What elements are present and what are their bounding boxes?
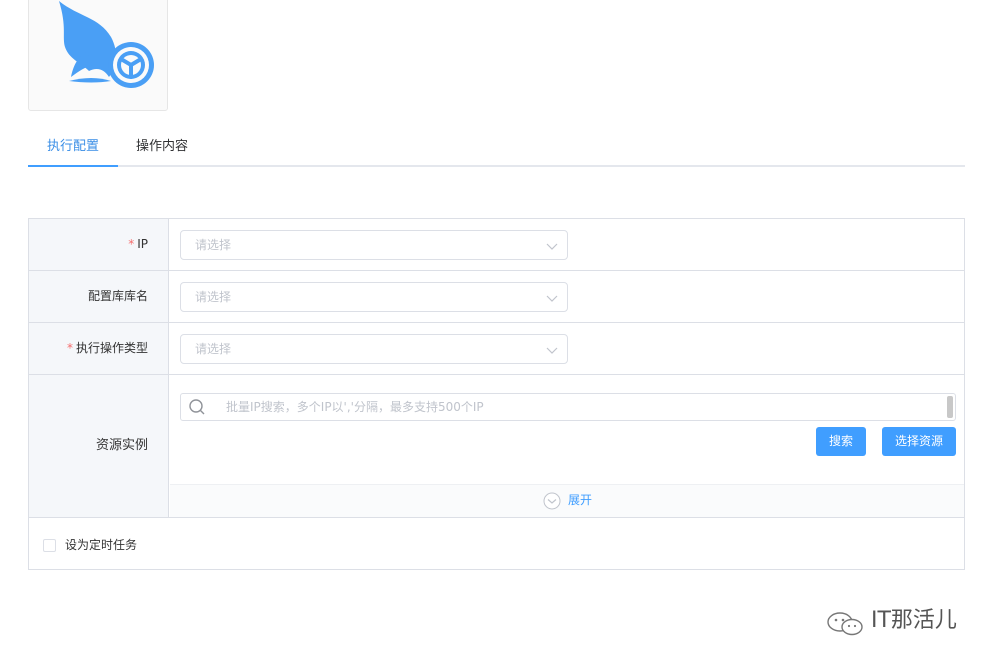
form-row-ip: * IP 请选择 [29, 219, 964, 271]
db-name-select[interactable]: 请选择 [180, 282, 568, 312]
page-title-fragment: - [198, 0, 204, 6]
tab-operation-content[interactable]: 操作内容 [128, 128, 196, 167]
form-row-resource: 资源实例 批量IP搜索，多个IP以','分隔，最多支持500个IP 搜索 选择资… [29, 375, 964, 518]
db-name-select-placeholder: 请选择 [195, 290, 232, 304]
chevron-down-icon [546, 295, 558, 302]
chevron-circle-down-icon [543, 492, 561, 510]
app-logo [28, 0, 168, 111]
op-type-select[interactable]: 请选择 [180, 334, 568, 364]
ip-label: * IP [29, 219, 169, 270]
tab-bar: 执行配置 操作内容 [28, 128, 965, 167]
active-tab-indicator [28, 165, 118, 167]
chevron-down-icon [546, 347, 558, 354]
db-name-label: 配置库库名 [29, 271, 169, 322]
required-mark: * [128, 237, 135, 251]
op-type-label: * 执行操作类型 [29, 323, 169, 374]
expand-toggle[interactable]: 展开 [170, 484, 964, 517]
scheduled-task-label: 设为定时任务 [65, 538, 138, 552]
select-resource-button[interactable]: 选择资源 [882, 427, 956, 456]
required-mark: * [66, 341, 73, 355]
form-row-op-type: * 执行操作类型 请选择 [29, 323, 964, 375]
ip-select-placeholder: 请选择 [195, 238, 232, 252]
resource-label: 资源实例 [29, 375, 169, 517]
wechat-icon [827, 612, 863, 636]
scheduled-task-checkbox[interactable] [43, 539, 56, 552]
dolphin-logo-icon [59, 1, 154, 88]
watermark-text: IT那活儿 [871, 608, 957, 633]
search-scrollbar[interactable] [947, 396, 953, 418]
expand-label: 展开 [568, 493, 593, 507]
search-button[interactable]: 搜索 [816, 427, 866, 456]
ip-select[interactable]: 请选择 [180, 230, 568, 260]
chevron-down-icon [546, 243, 558, 250]
ip-search-input[interactable]: 批量IP搜索，多个IP以','分隔，最多支持500个IP [180, 393, 956, 421]
form-row-db-name: 配置库库名 请选择 [29, 271, 964, 323]
search-icon [189, 399, 205, 415]
op-type-select-placeholder: 请选择 [195, 342, 232, 356]
ip-search-placeholder: 批量IP搜索，多个IP以','分隔，最多支持500个IP [226, 400, 484, 414]
exec-config-form: * IP 请选择 配置库库名 请选择 * 执行操作类型 请选择 资源实例 批量IP搜… [28, 218, 965, 570]
tab-exec-config[interactable]: 执行配置 [28, 128, 118, 167]
watermark: IT那活儿 [825, 604, 970, 638]
